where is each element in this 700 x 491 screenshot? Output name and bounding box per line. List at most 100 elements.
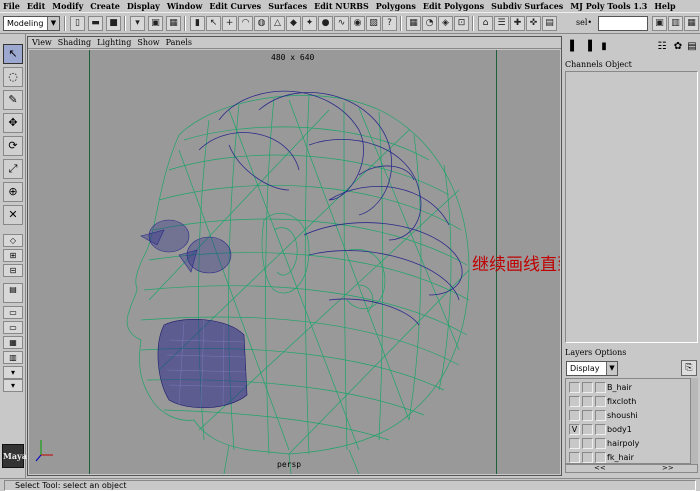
layer-color-swatch[interactable]: [595, 382, 606, 393]
snap-grid-icon[interactable]: ▦: [406, 16, 421, 31]
toggle-channel-box-icon[interactable]: ▥: [668, 16, 683, 31]
layer-visibility-toggle[interactable]: [569, 396, 580, 407]
channel-box[interactable]: [565, 71, 698, 343]
layer-row[interactable]: fk_hair: [566, 451, 691, 463]
panel-menu-lighting[interactable]: Lighting: [97, 38, 131, 47]
menu-file[interactable]: File: [3, 1, 20, 11]
layers-menu-options[interactable]: Options: [595, 348, 627, 357]
layer-display-toggle[interactable]: [582, 452, 593, 463]
snap-plane-icon[interactable]: ⊡: [454, 16, 469, 31]
misc-select-icon[interactable]: ▨: [366, 16, 381, 31]
select-component-icon[interactable]: ▦: [166, 16, 181, 31]
panel-menu-panels[interactable]: Panels: [166, 38, 192, 47]
menu-edit-polygons[interactable]: Edit Polygons: [423, 1, 484, 11]
move-pivot-icon[interactable]: ↖: [206, 16, 221, 31]
list-icon[interactable]: ☰: [494, 16, 509, 31]
layer-visibility-toggle[interactable]: [569, 438, 580, 449]
layer-row[interactable]: fixcloth: [566, 395, 691, 409]
menu-mj-poly-tools[interactable]: MJ Poly Tools 1.3: [570, 1, 647, 11]
snap-point-icon[interactable]: ◈: [438, 16, 453, 31]
panel-menu-shading[interactable]: Shading: [58, 38, 91, 47]
layer-display-toggle[interactable]: [582, 424, 593, 435]
channel-box-icon[interactable]: ☷: [655, 40, 669, 54]
layer-display-toggle[interactable]: [582, 410, 593, 421]
menu-help[interactable]: Help: [654, 1, 675, 11]
panel-menu-view[interactable]: View: [32, 38, 52, 47]
layer-row[interactable]: shoushi: [566, 409, 691, 423]
menu-edit-curves[interactable]: Edit Curves: [209, 1, 261, 11]
tool-settings-icon[interactable]: ▤: [685, 40, 699, 54]
sphere-select-icon[interactable]: ●: [318, 16, 333, 31]
layer-display-toggle[interactable]: [582, 438, 593, 449]
mask-icon[interactable]: ▮: [190, 16, 205, 31]
layer-visibility-toggle[interactable]: [569, 382, 580, 393]
scroll-left-arrows[interactable]: <<: [594, 465, 606, 472]
persp-outliner-icon[interactable]: ▦: [3, 336, 23, 349]
joint-select-icon[interactable]: ✦: [302, 16, 317, 31]
attribute-icon[interactable]: ✿: [671, 40, 685, 54]
new-scene-icon[interactable]: ▯: [70, 16, 85, 31]
hypershade-view-icon[interactable]: ▭: [3, 321, 23, 334]
lasso-tool-icon[interactable]: ◌: [3, 67, 23, 87]
panel-menu-show[interactable]: Show: [137, 38, 159, 47]
layers-menu-layers[interactable]: Layers: [565, 348, 592, 357]
single-view-icon[interactable]: ◇: [3, 234, 23, 247]
menu-display[interactable]: Display: [127, 1, 160, 11]
hair-select-icon[interactable]: ∿: [334, 16, 349, 31]
menu-subdiv-surfaces[interactable]: Subdiv Surfaces: [491, 1, 563, 11]
nurbs-select-icon[interactable]: ◍: [254, 16, 269, 31]
menu-edit-nurbs[interactable]: Edit NURBS: [314, 1, 369, 11]
open-scene-icon[interactable]: ▬: [88, 16, 103, 31]
layer-display-toggle[interactable]: [582, 382, 593, 393]
channels-menu-object[interactable]: Object: [605, 60, 632, 69]
paint-select-tool-icon[interactable]: ✎: [3, 90, 23, 110]
layer-color-swatch[interactable]: [595, 438, 606, 449]
snap-curve-icon[interactable]: ◔: [422, 16, 437, 31]
layer-visibility-toggle[interactable]: [569, 410, 580, 421]
menu-surfaces[interactable]: Surfaces: [268, 1, 307, 11]
layer-row[interactable]: V body1: [566, 423, 691, 437]
select-tool-icon[interactable]: ↖: [3, 44, 23, 64]
last-tool-icon[interactable]: ✕: [3, 205, 23, 225]
four-view-icon[interactable]: ⊞: [3, 249, 23, 262]
layer-visibility-toggle[interactable]: [569, 452, 580, 463]
layer-mode-select[interactable]: Display ▼: [566, 361, 618, 376]
menu-edit[interactable]: Edit: [27, 1, 45, 11]
deformer-select-icon[interactable]: ◆: [286, 16, 301, 31]
select-object-icon[interactable]: ▣: [148, 16, 163, 31]
question-icon[interactable]: ?: [382, 16, 397, 31]
ipr-render-icon[interactable]: ✜: [526, 16, 541, 31]
layout-icon-1[interactable]: ▌: [567, 40, 581, 54]
perspective-viewport[interactable]: 480 x 640 继续画线直 persp: [29, 50, 560, 474]
scale-tool-icon[interactable]: ⤢: [3, 159, 23, 179]
layer-color-swatch[interactable]: [595, 410, 606, 421]
layer-row[interactable]: B_hair: [566, 381, 691, 395]
ball-select-icon[interactable]: ◉: [350, 16, 365, 31]
menu-set-select[interactable]: Modeling ▼: [3, 16, 60, 31]
save-scene-icon[interactable]: ■: [106, 16, 121, 31]
layout-icon-2[interactable]: ▐: [581, 40, 595, 54]
layer-color-swatch[interactable]: [595, 396, 606, 407]
collapse-icon[interactable]: ▾: [3, 379, 23, 392]
menu-modify[interactable]: Modify: [52, 1, 83, 11]
layer-row[interactable]: hairpoly: [566, 437, 691, 451]
curve-select-icon[interactable]: ◠: [238, 16, 253, 31]
layout-icon-3[interactable]: ▮: [597, 40, 611, 54]
persp-graph-icon[interactable]: ▥: [3, 351, 23, 364]
toggle-layers-icon[interactable]: ▦: [684, 16, 699, 31]
layer-vertical-scrollbar[interactable]: [690, 378, 698, 464]
selection-input[interactable]: [598, 16, 648, 31]
two-view-icon[interactable]: ⊟: [3, 264, 23, 277]
manipulator-tool-icon[interactable]: ⊕: [3, 182, 23, 202]
menu-create[interactable]: Create: [90, 1, 120, 11]
quick-select-icon[interactable]: ▣: [652, 16, 667, 31]
plus-icon[interactable]: +: [222, 16, 237, 31]
menu-window[interactable]: Window: [167, 1, 203, 11]
layer-horizontal-scrollbar[interactable]: << >>: [565, 464, 698, 473]
layer-color-swatch[interactable]: [595, 452, 606, 463]
outliner-view-icon[interactable]: ▤: [3, 283, 23, 303]
rotate-tool-icon[interactable]: ⟳: [3, 136, 23, 156]
render-globals-icon[interactable]: ▤: [542, 16, 557, 31]
menu-polygons[interactable]: Polygons: [376, 1, 416, 11]
layout-menu-icon[interactable]: ▾: [3, 366, 23, 379]
